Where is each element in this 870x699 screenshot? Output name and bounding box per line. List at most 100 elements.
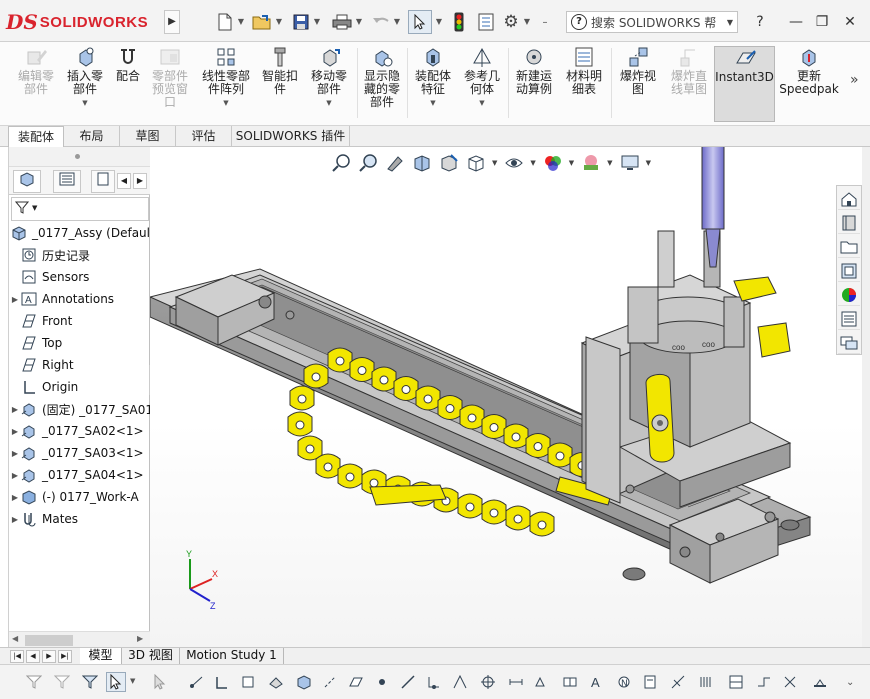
gripper-assembly[interactable]: coo coo: [627, 230, 752, 448]
undo-dropdown[interactable]: ▼: [392, 10, 402, 34]
tree-expand-icon[interactable]: ▶: [9, 449, 21, 458]
tree-item[interactable]: Sensors: [9, 266, 151, 288]
edit-component-button[interactable]: 编辑零 部件: [10, 46, 62, 122]
tab-motion-study[interactable]: Motion Study 1: [180, 648, 284, 665]
custom-properties-tab[interactable]: [838, 308, 860, 330]
filter-faces-button[interactable]: [238, 672, 258, 692]
undo-button[interactable]: [370, 10, 392, 34]
search-input[interactable]: 搜索 SOLIDWORKS 帮: [591, 14, 723, 31]
solidworks-logo[interactable]: DS SOLIDWORKS: [6, 7, 148, 37]
save-dropdown[interactable]: ▼: [312, 10, 322, 34]
filter-surface-bodies-button[interactable]: [266, 672, 286, 692]
mate-button[interactable]: 配合: [110, 46, 146, 122]
new-motion-study-button[interactable]: 新建运 动算例: [511, 46, 557, 122]
design-library-tab[interactable]: [838, 212, 860, 234]
tree-expand-icon[interactable]: ▶: [9, 493, 21, 502]
file-explorer-tab[interactable]: [838, 236, 860, 258]
first-tab-button[interactable]: |◀: [10, 650, 24, 663]
help-button[interactable]: ?: [750, 12, 770, 32]
filter-vertices-button[interactable]: [186, 672, 206, 692]
rebuild-button[interactable]: [450, 10, 468, 34]
tree-expand-icon[interactable]: ▶: [9, 427, 21, 436]
tree-item[interactable]: ▶ _0177_SA02<1>: [9, 420, 151, 442]
filter-centerline-button[interactable]: [478, 672, 498, 692]
tab-evaluate[interactable]: 评估: [176, 126, 232, 147]
tab-3d-views[interactable]: 3D 视图: [122, 648, 180, 665]
scroll-right-icon[interactable]: ▶: [137, 634, 143, 643]
assembly-feature-button[interactable]: 装配体 特征 ▼: [410, 46, 456, 122]
new-document-button[interactable]: [214, 10, 236, 34]
filter-axes-button[interactable]: [320, 672, 340, 692]
instant3d-button[interactable]: Instant3D: [714, 46, 775, 122]
file-properties-button[interactable]: [475, 10, 497, 34]
property-manager-tab[interactable]: [53, 170, 81, 193]
tree-item[interactable]: ▶ (-) 0177_Work-A: [9, 486, 151, 508]
next-tab-button[interactable]: ▶: [42, 650, 56, 663]
tree-item[interactable]: 历史记录: [9, 244, 151, 266]
move-component-arrow[interactable]: ▼: [326, 97, 331, 110]
filter-solid-bodies-button[interactable]: [294, 672, 314, 692]
print-button[interactable]: [330, 10, 354, 34]
tree-item[interactable]: Top: [9, 332, 151, 354]
options-button[interactable]: ⚙: [500, 10, 522, 34]
select-dropdown[interactable]: ▼: [434, 10, 444, 34]
filter-sketch-segments-button[interactable]: [398, 672, 418, 692]
open-dropdown[interactable]: ▼: [274, 10, 284, 34]
restore-button[interactable]: ❐: [812, 12, 832, 32]
appearances-tab[interactable]: [838, 284, 860, 306]
tree-item[interactable]: ▶ A Annotations: [9, 288, 151, 310]
smart-fastener-button[interactable]: 智能扣 件: [258, 46, 302, 122]
filter-midpoints-button[interactable]: [424, 672, 444, 692]
prev-tab-button[interactable]: ◀: [26, 650, 40, 663]
forum-tab[interactable]: [838, 332, 860, 354]
minimize-button[interactable]: —: [786, 12, 806, 32]
tree-filter[interactable]: ▼: [11, 197, 149, 221]
filter-dimensions-button[interactable]: [506, 672, 526, 692]
filter-cosmetic-thread-button[interactable]: [696, 672, 716, 692]
select-button[interactable]: [408, 10, 432, 34]
assembly-feature-arrow[interactable]: ▼: [430, 97, 435, 110]
tree-item[interactable]: ▶ _0177_SA03<1>: [9, 442, 151, 464]
tab-scroll-right[interactable]: ▶: [133, 173, 147, 189]
tree-item[interactable]: _0177_Assy (Default<: [9, 222, 151, 244]
explode-line-sketch-button[interactable]: 爆炸直 线草图: [664, 46, 714, 122]
tab-assembly[interactable]: 装配体: [8, 126, 64, 147]
show-hidden-components-button[interactable]: 显示隐 藏的零 部件: [360, 46, 404, 122]
configuration-manager-tab[interactable]: [91, 170, 115, 193]
tree-expand-icon[interactable]: ▶: [9, 405, 21, 414]
selection-filter-cursor[interactable]: [150, 672, 170, 692]
filter-datum-button[interactable]: [640, 672, 660, 692]
last-tab-button[interactable]: ▶|: [58, 650, 72, 663]
tab-scroll-left[interactable]: ◀: [117, 173, 131, 189]
filter-sketch-points-button[interactable]: [372, 672, 392, 692]
tree-expand-icon[interactable]: ▶: [9, 471, 21, 480]
reference-geometry-arrow[interactable]: ▼: [479, 97, 484, 110]
filter-all-button[interactable]: [80, 672, 100, 692]
filter-edges-button[interactable]: [212, 672, 232, 692]
quick-access-customize[interactable]: –: [538, 10, 552, 34]
select-tool-button[interactable]: [106, 672, 126, 692]
save-button[interactable]: [290, 10, 312, 34]
filter-datum-target-button[interactable]: [668, 672, 688, 692]
component-preview-button[interactable]: 零部件 预览窗 口: [144, 46, 196, 122]
filter-planes-button[interactable]: [346, 672, 366, 692]
view-palette-tab[interactable]: [838, 260, 860, 282]
tree-horizontal-scrollbar[interactable]: ◀ ▶: [9, 631, 151, 648]
filter-weld-symbols-button[interactable]: N: [614, 672, 634, 692]
scroll-left-icon[interactable]: ◀: [12, 634, 18, 643]
filter-geometric-tolerance-button[interactable]: [560, 672, 580, 692]
menu-expand-arrow[interactable]: ▶: [164, 10, 180, 34]
open-button[interactable]: [250, 10, 274, 34]
exploded-view-button[interactable]: 爆炸视 图: [614, 46, 662, 122]
filter-welds-button[interactable]: [810, 672, 830, 692]
ribbon-more-button[interactable]: »: [850, 72, 859, 88]
toolbar-overflow-icon[interactable]: ⌄: [846, 677, 854, 688]
reference-geometry-button[interactable]: 参考几 何体 ▼: [458, 46, 506, 122]
scroll-thumb[interactable]: [25, 635, 73, 646]
options-dropdown[interactable]: ▼: [522, 10, 532, 34]
bill-of-materials-button[interactable]: 材料明 细表: [561, 46, 607, 122]
tree-expand-icon[interactable]: ▶: [9, 515, 21, 524]
filter-surface-finish-button[interactable]: [532, 672, 552, 692]
select-tool-dropdown[interactable]: ▼: [130, 677, 135, 685]
close-button[interactable]: ✕: [840, 12, 860, 32]
